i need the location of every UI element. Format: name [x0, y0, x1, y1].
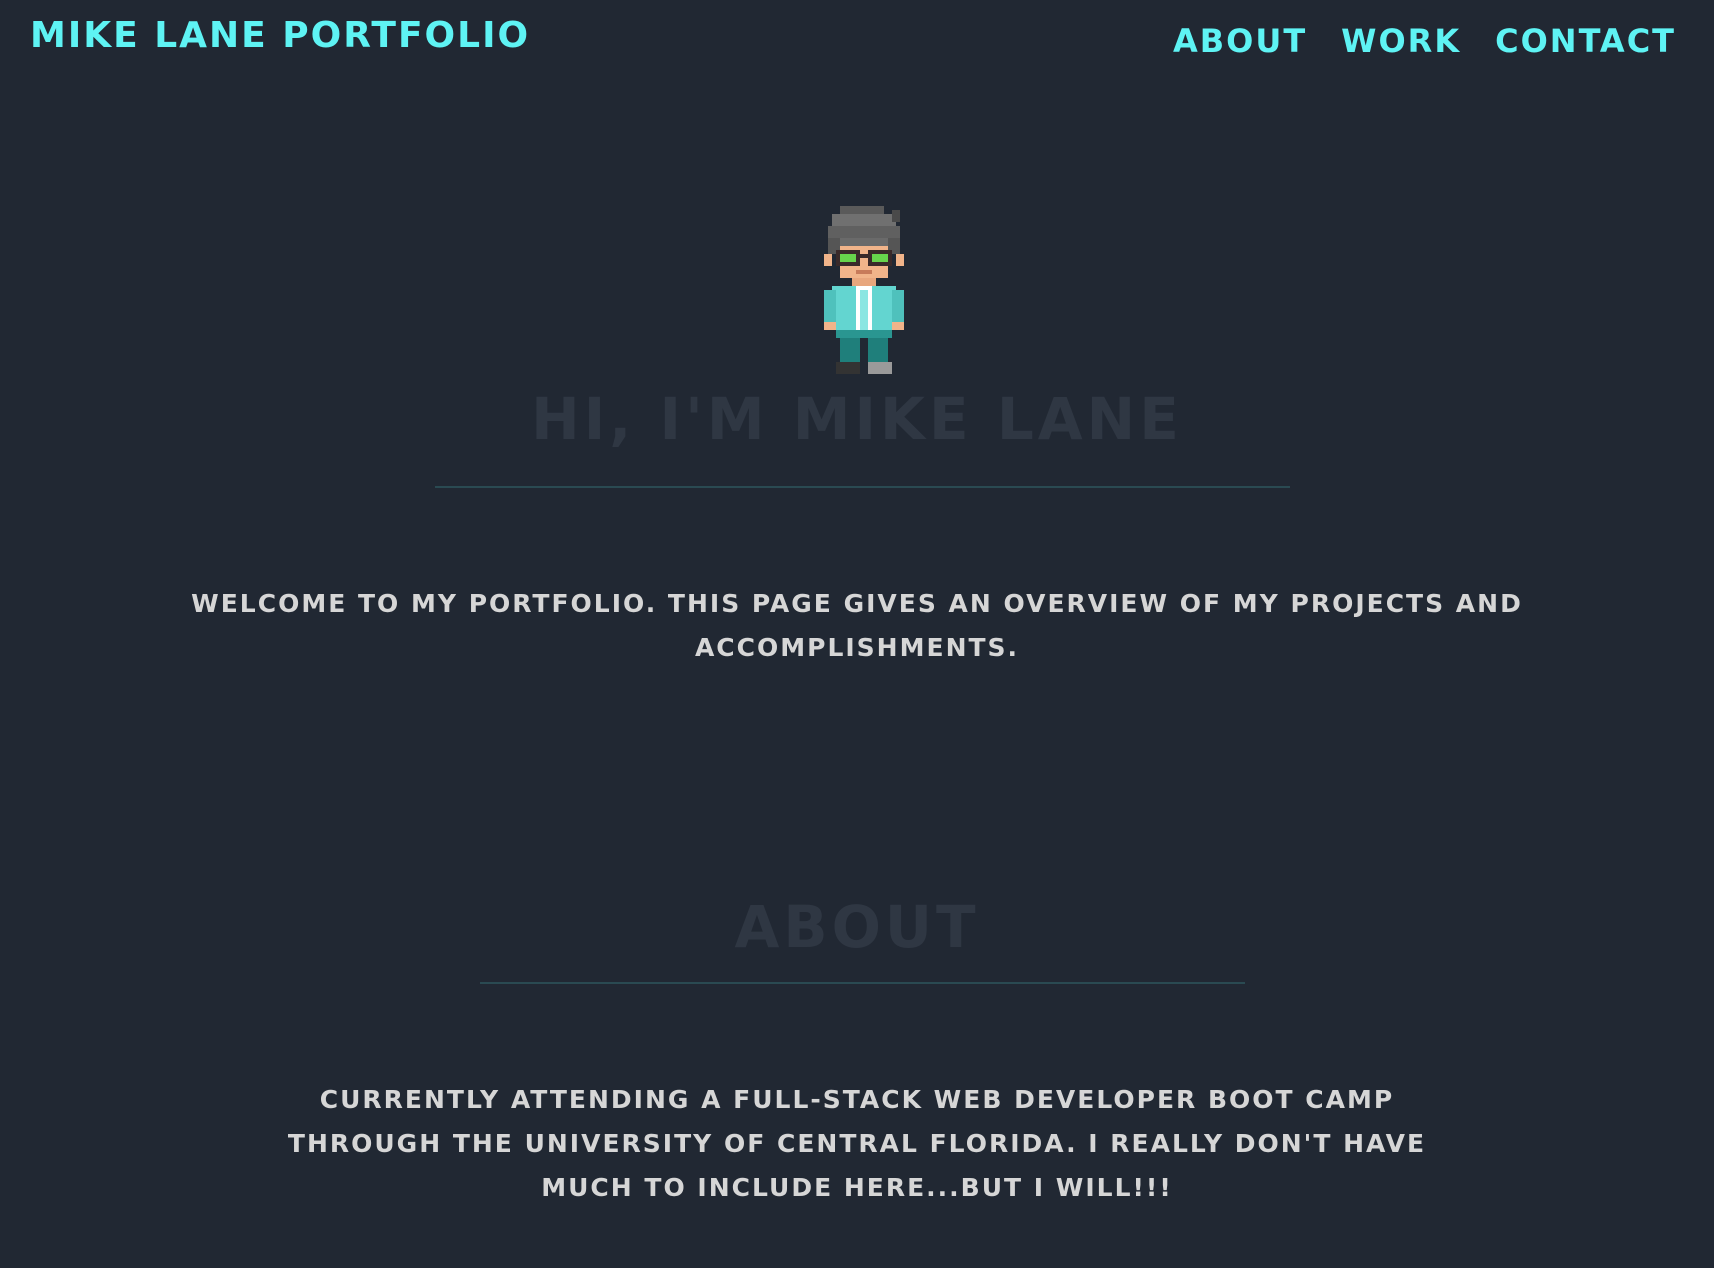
about-title: ABOUT — [734, 893, 980, 961]
avatar — [816, 206, 912, 378]
about-text: CURRENTLY ATTENDING A FULL-STACK WEB DEV… — [287, 1085, 1427, 1202]
site-brand[interactable]: MIKE LANE PORTFOLIO — [30, 14, 530, 58]
pixel-character-icon — [824, 206, 904, 374]
nav-link-about[interactable]: ABOUT — [1173, 20, 1307, 62]
nav-link-contact[interactable]: CONTACT — [1495, 20, 1676, 62]
intro-text: WELCOME TO MY PORTFOLIO. THIS PAGE GIVES… — [191, 589, 1523, 662]
main-nav: ABOUT WORK CONTACT — [1173, 20, 1676, 62]
hero-divider — [435, 486, 1290, 488]
nav-link-work[interactable]: WORK — [1341, 20, 1461, 62]
about-divider — [480, 982, 1245, 984]
hero-title: HI, I'M MIKE LANE — [531, 385, 1183, 453]
